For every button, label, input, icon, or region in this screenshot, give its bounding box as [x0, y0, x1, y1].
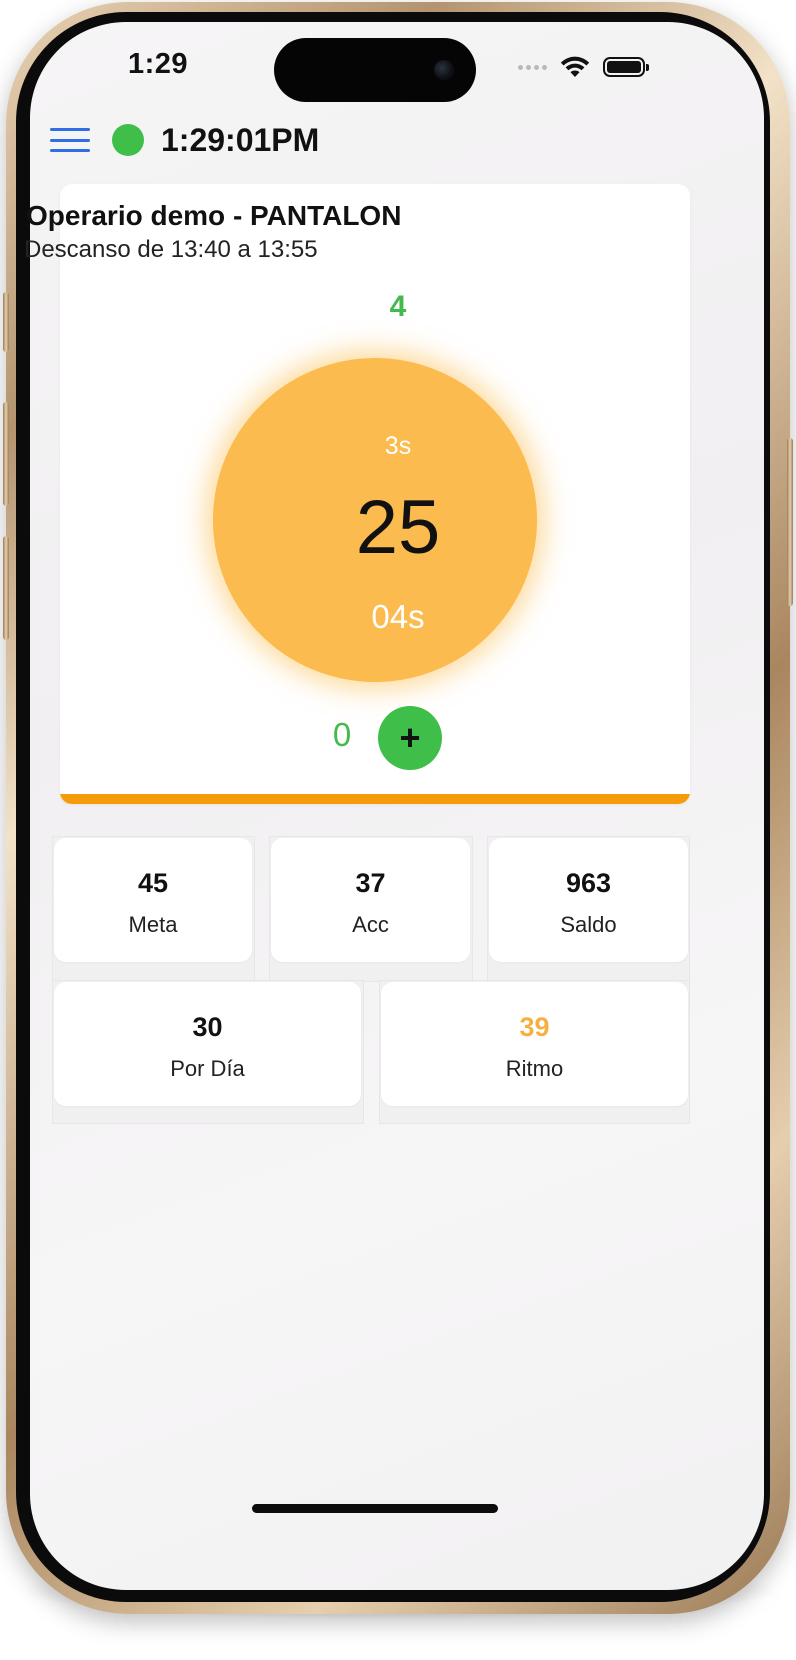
break-schedule: Descanso de 13:40 a 13:55 [24, 236, 318, 263]
completed-count: 4 [389, 290, 407, 323]
stat-label: Saldo [560, 912, 617, 937]
stat-card-meta: 45 Meta [54, 838, 252, 962]
timer-bottom-label: 04s [371, 598, 425, 635]
stat-card-ritmo: 39 Ritmo [381, 982, 688, 1106]
stat-label: Por Día [170, 1056, 245, 1081]
stat-value: 963 [565, 868, 612, 898]
timer-value: 25 [355, 485, 441, 570]
card-accent-bar [60, 794, 690, 804]
stat-value-ritmo: 39 [519, 1012, 550, 1042]
camera-icon [434, 60, 454, 80]
device-stage: 1:29 1:29:01PM Operario demo - PANTALON … [0, 0, 796, 1660]
status-icons [518, 52, 649, 82]
stat-value: 37 [355, 868, 386, 898]
stat-value: 30 [192, 1012, 223, 1042]
home-indicator[interactable] [252, 1504, 498, 1513]
header-clock: 1:29:01PM [161, 121, 320, 158]
app-header: 1:29:01PM [50, 115, 319, 165]
signal-dots-icon [518, 64, 547, 70]
stat-card-saldo: 963 Saldo [489, 838, 688, 962]
stat-card-acc: 37 Acc [271, 838, 470, 962]
hamburger-menu-icon[interactable] [50, 128, 90, 152]
dynamic-island [274, 38, 476, 102]
battery-icon [603, 57, 649, 77]
stat-label: Meta [128, 912, 178, 937]
timer-top-label: 3s [384, 432, 412, 460]
operator-title: Operario demo - PANTALON [26, 200, 402, 231]
stat-label: Ritmo [505, 1056, 564, 1081]
stat-value: 45 [137, 868, 169, 898]
add-unit-button[interactable]: + [378, 706, 442, 770]
stat-label: Acc [352, 912, 389, 937]
pending-count: 0 [332, 716, 352, 753]
status-time: 1:29 [128, 48, 189, 80]
stat-card-por-dia: 30 Por Día [54, 982, 361, 1106]
connection-status-indicator [112, 124, 144, 156]
wifi-icon [560, 56, 590, 77]
